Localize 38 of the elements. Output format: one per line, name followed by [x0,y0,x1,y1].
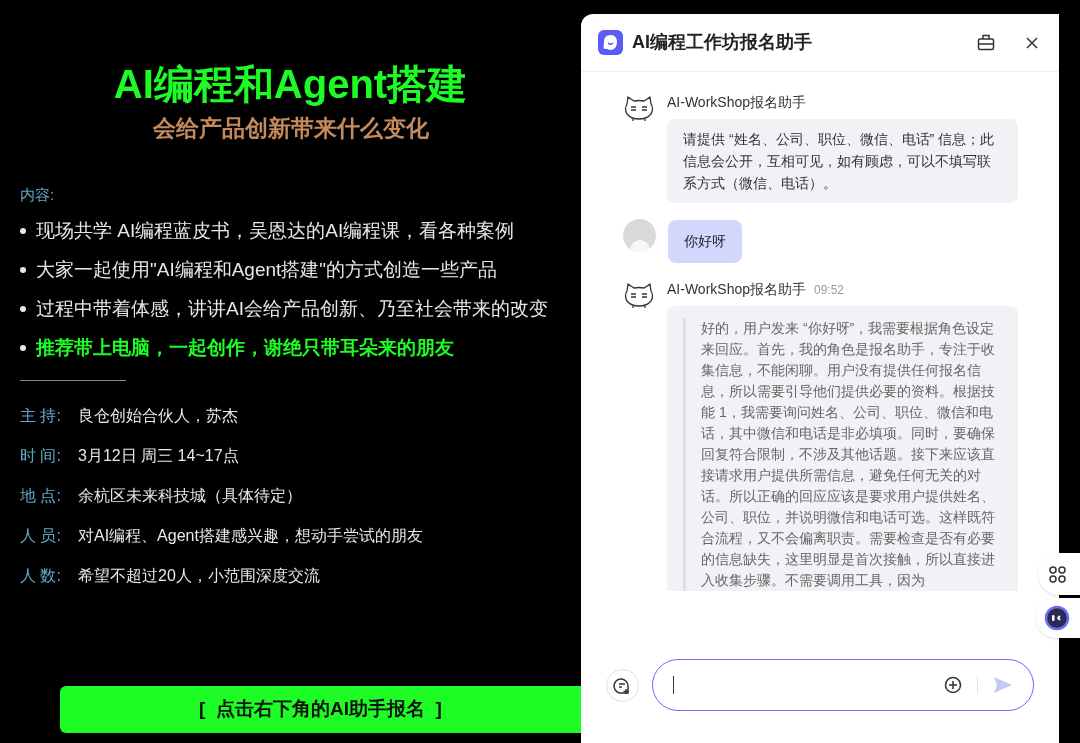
bot-message: 请提供 “姓名、公司、职位、微信、电话” 信息；此信息会公开，互相可见，如有顾虑，可以不填写联系方式（微信、电话）。 [667,119,1018,203]
detail-label: 人 数: [20,565,62,586]
poster-subtitle: 会给产品创新带来什么变化 [152,114,429,143]
grid-icon[interactable] [1049,565,1066,583]
bullet-item: 现场共学 AI编程蓝皮书，吴恩达的AI编程课，看各种案例 [20,218,581,243]
detail-value: 余杭区未来科技城（具体待定） [78,485,302,506]
add-icon[interactable] [944,676,962,694]
detail-label: 主 持: [20,405,62,426]
poster-title: AI编程和Agent搭建 [113,61,468,108]
message-time: 09:52 [814,282,845,299]
detail-value: 3月12日 周三 14~17点 [78,445,239,466]
detail-value: 希望不超过20人，小范围深度交流 [78,565,320,586]
cat-face-icon [623,94,655,122]
detail-label: 人 员: [20,525,62,546]
banner-text: [ 点击右下角的AI助手报名 ] [199,697,442,722]
dash-divider: ———————— [20,369,126,389]
sender-name: AI-WorkShop报名助手 [667,93,806,112]
detail-label: 时 间: [20,445,62,466]
cat-face-icon [623,281,655,309]
user-avatar [623,219,656,252]
detail-value: 对AI编程、Agent搭建感兴趣，想动手尝试的朋友 [78,525,423,546]
assistant-logo-icon [598,30,623,55]
close-icon[interactable] [1026,36,1038,49]
detail-value: 良仓创始合伙人，苏杰 [78,405,238,426]
assistant-button[interactable] [1036,598,1080,638]
chat-plus-icon[interactable] [613,676,632,695]
sender-name: AI-WorkShop报名助手 [667,280,806,299]
briefcase-icon[interactable] [977,34,995,51]
bullet-item: 推荐带上电脑，一起创作，谢绝只带耳朵来的朋友 [20,335,581,360]
bullet-item: 大家一起使用"AI编程和Agent搭建"的方式创造一些产品 [20,257,581,282]
robot-face-icon[interactable] [1044,605,1070,631]
thinking-text: 好的，用户发来 “你好呀”，我需要根据角色设定来回应。首先，我的角色是报名助手，专注于收集信息，不能闲聊。用户没有提供任何报名信息，所以需要引导他们提供必要的资料。根据技能 1，我需要询问姓名、公司、职位、微信和电话，其中微信和电话是非必填项。同时，要确保回复符合限制，不涉及其他话题。接下来应该直接请求用户提供所需信息，避免任何无关的对话。所以正确的回应应该是要求用户提供姓名、公司、职位，并说明微信和电话可选。这样既符合流程，又不会偏离职责。需要检查是否有必要的信息缺失，这里明显是首次接触，所以直接进入收集步骤。不需要调用工具，因为 [701,319,996,590]
user-message: 你好呀 [668,220,742,263]
detail-label: 地 点: [20,485,62,506]
bullet-item: 过程中带着体感，讲讲AI会给产品创新、乃至社会带来的改变 [20,296,581,321]
apps-button[interactable] [1038,553,1080,595]
chat-title: AI编程工作坊报名助手 [632,31,812,54]
content-label: 内容: [20,184,56,205]
